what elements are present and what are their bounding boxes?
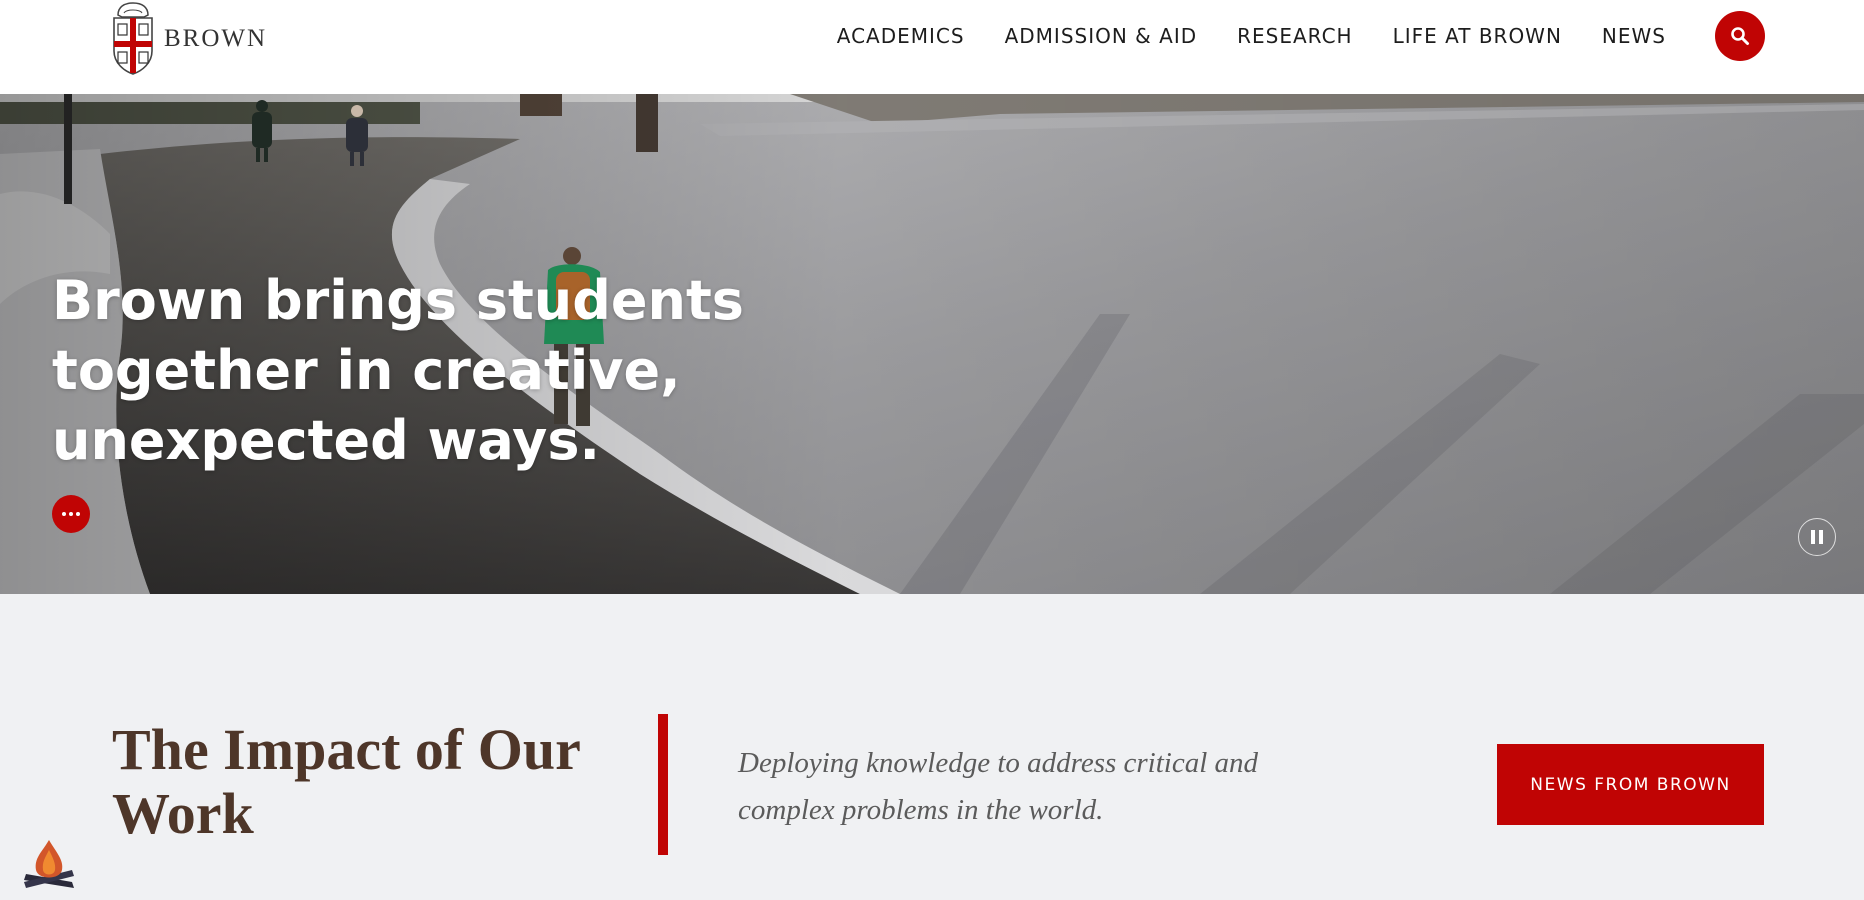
ellipsis-icon (62, 512, 80, 516)
campfire-icon[interactable] (20, 836, 78, 895)
search-icon (1731, 27, 1749, 45)
nav-admission-aid[interactable]: ADMISSION & AID (1005, 24, 1198, 48)
video-pause-button[interactable] (1798, 518, 1836, 556)
hero-headline: Brown brings students together in creati… (52, 269, 744, 472)
logo-wordmark: BROWN (164, 25, 268, 52)
site-header: BROWN ACADEMICS ADMISSION & AID RESEARCH… (0, 0, 1864, 94)
news-from-brown-button[interactable]: NEWS FROM BROWN (1497, 744, 1764, 825)
hero-more-button[interactable] (52, 495, 90, 533)
main-nav: ACADEMICS ADMISSION & AID RESEARCH LIFE … (837, 0, 1666, 72)
nav-academics[interactable]: ACADEMICS (837, 24, 965, 48)
impact-heading: The Impact of Our Work (112, 717, 580, 846)
search-button[interactable] (1715, 11, 1765, 61)
impact-description: Deploying knowledge to address critical … (738, 747, 1259, 826)
hero-banner: Brown brings students together in creati… (0, 94, 1864, 594)
nav-news[interactable]: NEWS (1602, 24, 1666, 48)
impact-divider (658, 714, 668, 855)
nav-life-at-brown[interactable]: LIFE AT BROWN (1393, 24, 1562, 48)
pause-icon (1809, 530, 1825, 544)
brown-logo[interactable]: BROWN (110, 0, 267, 76)
nav-research[interactable]: RESEARCH (1237, 24, 1352, 48)
brown-shield-icon (113, 2, 153, 75)
